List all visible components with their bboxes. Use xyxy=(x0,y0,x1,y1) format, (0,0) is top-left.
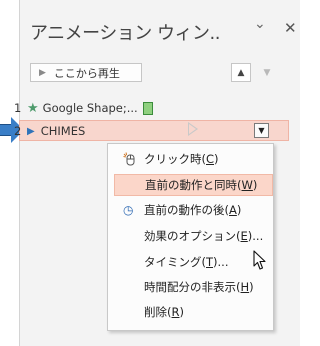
item-dropdown-button[interactable]: ▼ xyxy=(254,123,269,138)
menu-item-suffix: ) xyxy=(214,152,219,166)
menu-item-suffix: ) xyxy=(179,305,185,319)
menu-item-accesskey: W xyxy=(241,178,253,192)
menu-item-with-previous[interactable]: 直前の動作と同時(W) xyxy=(114,174,273,196)
mouse-cursor-icon xyxy=(253,250,267,275)
move-up-button[interactable]: ▲ xyxy=(231,63,251,82)
play-icon: ▶ xyxy=(39,67,46,78)
mouse-click-icon xyxy=(123,152,137,169)
menu-item-accesskey: T xyxy=(206,255,214,269)
menu-item-suffix: ) xyxy=(249,280,254,294)
play-triangle-icon: ▶ xyxy=(27,125,35,137)
menu-item-accesskey: H xyxy=(240,280,250,294)
animation-name: Google Shape;... xyxy=(42,101,138,115)
menu-item-suffix: )... xyxy=(247,229,264,243)
pane-title: アニメーション ウィン.. xyxy=(30,23,220,44)
menu-item-on-click[interactable]: クリック時(C) xyxy=(114,148,273,170)
menu-item-label: クリック時( xyxy=(144,152,206,166)
triangle-down-icon: ▼ xyxy=(263,67,271,78)
animation-number: 1 xyxy=(14,101,22,115)
menu-item-label: 削除( xyxy=(144,305,172,319)
menu-item-timing[interactable]: タイミング(T)... xyxy=(114,251,273,273)
menu-item-accesskey: C xyxy=(206,152,215,166)
menu-item-accesskey: E xyxy=(240,229,248,243)
dropdown-arrow-icon: ▼ xyxy=(258,126,265,135)
clock-icon: ◷ xyxy=(123,203,134,217)
timeline-bar xyxy=(142,101,153,115)
menu-item-effect-options[interactable]: 効果のオプション(E)... xyxy=(114,225,273,247)
play-from-label: ここから再生 xyxy=(53,66,120,80)
menu-item-label: 効果のオプション( xyxy=(144,229,241,243)
menu-item-accesskey: R xyxy=(171,305,180,319)
menu-item-suffix: ) xyxy=(236,203,242,217)
chevron-down-icon[interactable]: ⌄ xyxy=(254,16,266,32)
close-icon[interactable]: ✕ xyxy=(284,19,297,37)
menu-item-after-previous[interactable]: ◷ 直前の動作の後(A) xyxy=(114,199,273,221)
animation-item-2[interactable]: 2 ▶ CHIMES xyxy=(14,122,85,140)
trigger-outline-icon xyxy=(188,122,198,136)
menu-item-hide-timeline[interactable]: 時間配分の非表示(H) xyxy=(114,276,273,298)
menu-item-label: タイミング( xyxy=(144,255,206,269)
animation-item-1[interactable]: 1 ★ Google Shape;... xyxy=(14,99,153,117)
menu-item-label: 時間配分の非表示( xyxy=(144,280,241,294)
menu-item-label: 直前の動作と同時( xyxy=(145,178,242,192)
menu-item-suffix: ) xyxy=(252,178,258,192)
menu-item-label: 直前の動作の後( xyxy=(144,203,229,217)
menu-item-accesskey: A xyxy=(229,203,237,217)
animation-name: CHIMES xyxy=(40,124,86,138)
menu-item-suffix: )... xyxy=(213,255,229,269)
triangle-up-icon: ▲ xyxy=(237,67,245,78)
menu-item-remove[interactable]: 削除(R) xyxy=(114,301,273,323)
context-menu: クリック時(C) 直前の動作と同時(W) ◷ 直前の動作の後(A) 効果のオプシ… xyxy=(107,143,274,331)
animation-number: 2 xyxy=(14,124,22,138)
play-from-button[interactable]: ▶ ここから再生 xyxy=(30,63,142,82)
star-icon: ★ xyxy=(27,100,39,116)
move-down-button[interactable]: ▼ xyxy=(258,63,276,82)
